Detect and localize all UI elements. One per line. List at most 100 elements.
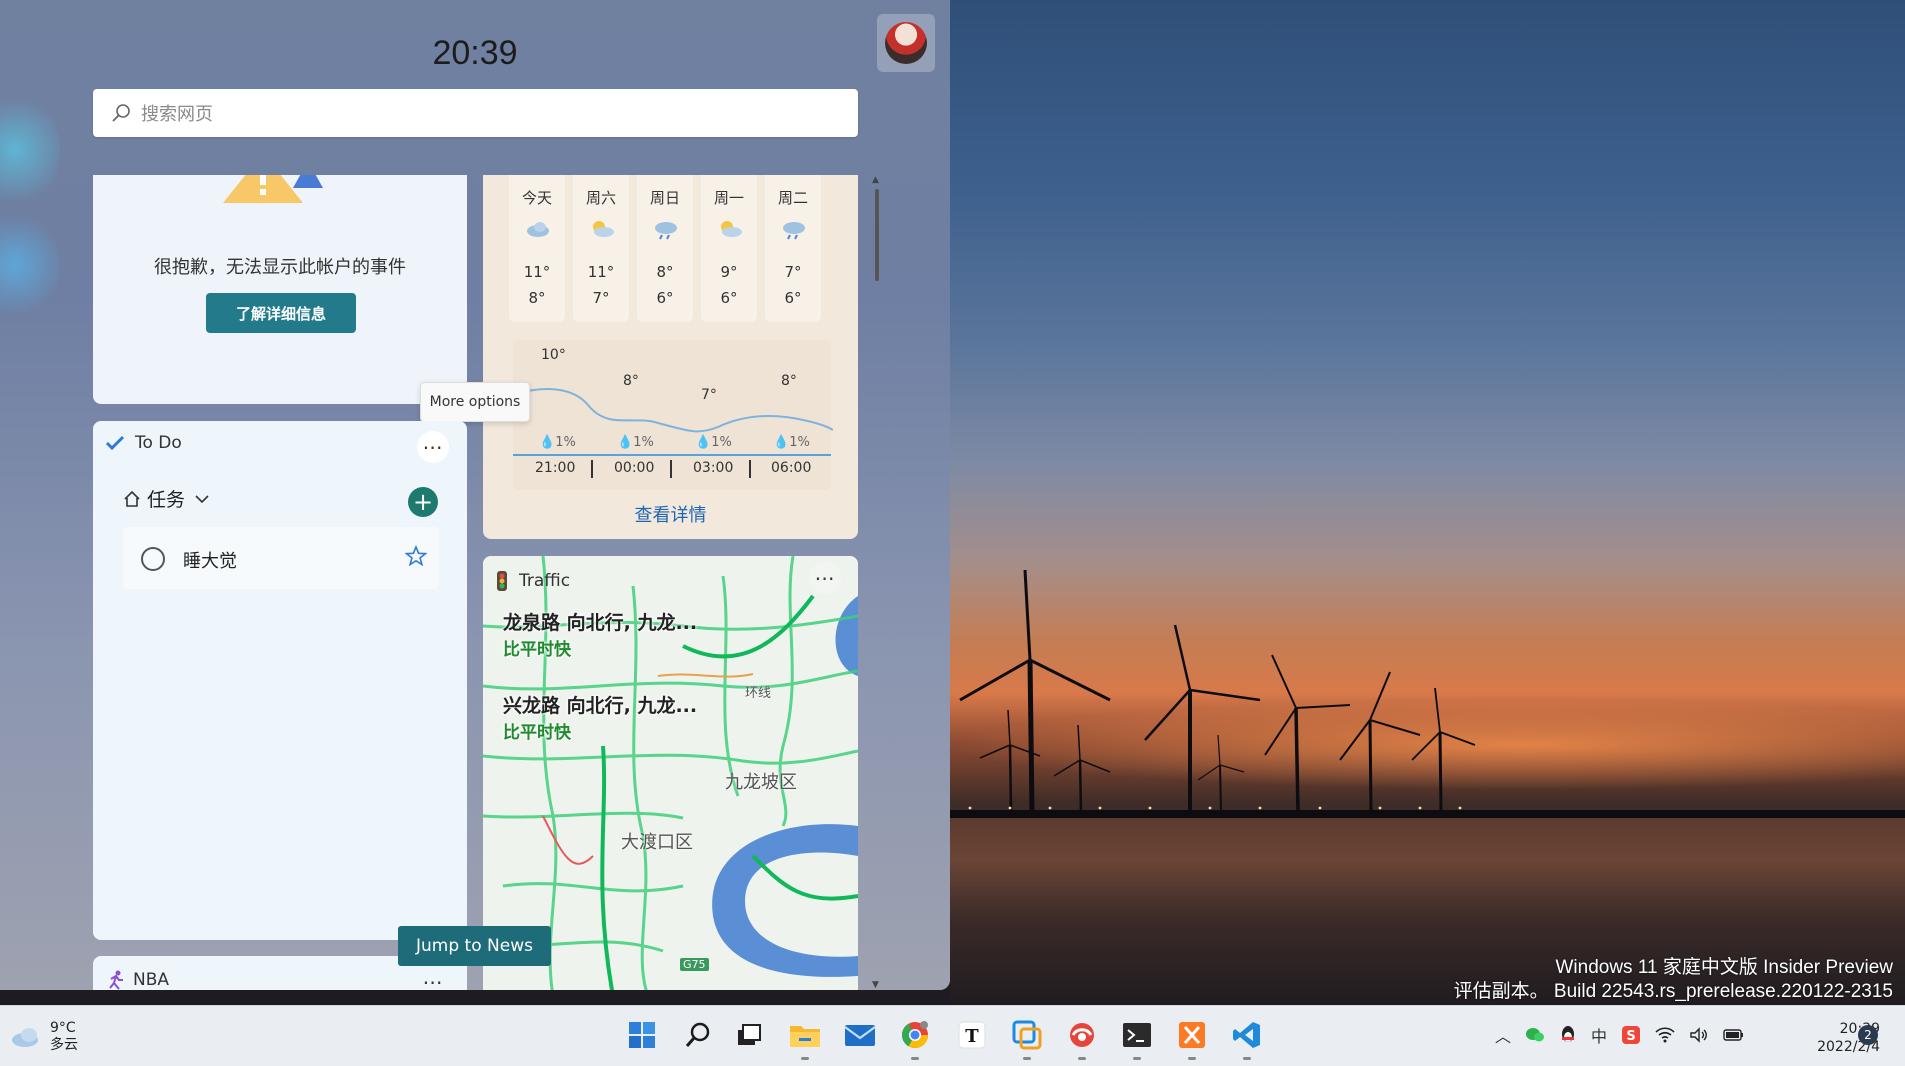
star-icon[interactable] (405, 545, 427, 567)
todo-more-options-button[interactable]: ⋯ (417, 431, 449, 463)
highway-shield-label: G75 (680, 958, 709, 971)
hourly-time: 21:00 (535, 460, 576, 476)
traffic-more-options-button[interactable]: ⋯ (809, 562, 841, 594)
terminal-icon (1123, 1023, 1151, 1047)
forecast-high: 8° (656, 263, 674, 281)
forecast-high: 11° (523, 263, 551, 281)
volume-icon[interactable] (1689, 1027, 1709, 1043)
taskbar-temperature: 9°C (50, 1020, 76, 1036)
browser-button[interactable] (1065, 1018, 1099, 1060)
hourly-time: 06:00 (771, 460, 812, 476)
forecast-day[interactable]: 今天 11° 8° (509, 175, 565, 322)
panel-scrollbar[interactable]: ▲ ▼ (872, 175, 884, 990)
system-tray: ︿ 中 S (1495, 1023, 1745, 1047)
wechat-icon[interactable] (1525, 1026, 1545, 1044)
forecast-day[interactable]: 周六 11° 7° (573, 175, 629, 322)
taskbar-weather-button[interactable]: 9°C 多云 (10, 1020, 78, 1054)
warning-icon (223, 175, 323, 203)
running-person-icon (109, 970, 123, 990)
todo-task-item[interactable]: 睡大觉 (123, 527, 439, 589)
forecast-low: 6° (784, 289, 802, 307)
search-icon (685, 1022, 710, 1047)
qq-icon[interactable] (1559, 1025, 1577, 1045)
chrome-button[interactable] (898, 1018, 932, 1060)
taskbar: 9°C 多云 T ︿ 中 S 2022/2/4 2 (0, 1005, 1905, 1066)
xampp-button[interactable] (1175, 1018, 1209, 1060)
forecast-day-name: 周二 (777, 189, 808, 207)
traffic-route-name[interactable]: 兴龙路 向北行, 九龙... (503, 691, 697, 718)
see-details-link[interactable]: 查看详情 (483, 501, 858, 527)
task-view-button[interactable] (732, 1018, 766, 1052)
hourly-temp: 8° (623, 373, 639, 389)
running-indicator (1023, 1057, 1031, 1060)
forecast-day[interactable]: 周日 8° 6° (637, 175, 693, 322)
start-button[interactable] (625, 1018, 659, 1052)
forecast-day-name: 周日 (649, 189, 680, 207)
todo-list-selector[interactable]: 任务 (123, 485, 209, 512)
file-explorer-icon (790, 1026, 820, 1047)
task-complete-checkbox[interactable] (141, 547, 165, 571)
user-avatar[interactable] (877, 14, 935, 72)
typora-button[interactable]: T (955, 1018, 989, 1052)
traffic-widget: Traffic ⋯ 龙泉路 向北行, 九龙... 比平时快 兴龙路 向北行, 九… (483, 556, 858, 990)
learn-more-button[interactable]: 了解详细信息 (206, 293, 356, 333)
xampp-icon (1179, 1022, 1205, 1048)
show-hidden-icons-chevron-icon[interactable]: ︿ (1495, 1023, 1511, 1047)
sogou-input-icon[interactable]: S (1621, 1025, 1641, 1045)
watermark-build: 评估副本。 Build 22543.rs_prerelease.220122-2… (1453, 981, 1893, 1002)
traffic-title: Traffic (519, 571, 571, 591)
app-store-button[interactable] (1010, 1018, 1044, 1060)
typora-icon: T (958, 1021, 986, 1049)
vscode-button[interactable] (1230, 1018, 1264, 1060)
add-task-button[interactable]: + (408, 487, 438, 517)
watermark-edition: Windows 11 家庭中文版 Insider Preview (1555, 957, 1893, 978)
scroll-down-arrow-icon[interactable]: ▼ (872, 980, 879, 990)
taskbar-condition: 多云 (50, 1037, 78, 1053)
app-store-icon (1012, 1020, 1042, 1050)
forecast-day[interactable]: 周二 7° 6° (765, 175, 821, 322)
taskbar-search-button[interactable] (681, 1018, 715, 1052)
todo-list-label: 任务 (147, 489, 186, 511)
file-explorer-button[interactable] (788, 1018, 822, 1060)
rain-icon (655, 222, 677, 240)
hourly-temp: 7° (701, 387, 717, 403)
todo-widget: To Do ⋯ 任务 + 睡大觉 (93, 421, 467, 940)
rain-icon (783, 222, 805, 240)
forecast-day[interactable]: 周一 9° 6° (701, 175, 757, 322)
cloudy-icon (527, 222, 549, 237)
wifi-icon[interactable] (1655, 1027, 1675, 1043)
rain-chance-value: 1% (711, 435, 732, 450)
scroll-thumb[interactable] (875, 189, 879, 281)
battery-icon[interactable] (1723, 1028, 1745, 1042)
calendar-widget: 很抱歉，无法显示此帐户的事件 了解详细信息 (93, 175, 467, 404)
running-indicator (1078, 1057, 1086, 1060)
nba-more-options-button[interactable]: ⋯ (417, 966, 449, 990)
terminal-button[interactable] (1120, 1018, 1154, 1060)
forecast-day-name: 周一 (713, 189, 744, 207)
nba-header: NBA (107, 970, 169, 990)
web-search-box[interactable]: 搜索网页 (93, 89, 858, 137)
jump-to-news-button[interactable]: Jump to News (398, 926, 551, 966)
forecast-low: 6° (656, 289, 674, 307)
todo-title: To Do (135, 433, 182, 453)
search-placeholder: 搜索网页 (141, 104, 213, 125)
scroll-up-arrow-icon[interactable]: ▲ (872, 175, 879, 185)
mail-button[interactable] (843, 1018, 877, 1052)
traffic-route-name[interactable]: 龙泉路 向北行, 九龙... (503, 608, 697, 635)
hourly-axis-line (513, 454, 831, 456)
hourly-temp: 8° (781, 373, 797, 389)
cloudy-icon (12, 1028, 38, 1047)
wind-turbines (950, 569, 1905, 830)
ime-indicator[interactable]: 中 (1591, 1023, 1607, 1047)
forecast-high: 9° (720, 263, 738, 281)
notification-count-badge[interactable]: 2 (1858, 1025, 1878, 1045)
svg-text:T: T (965, 1026, 979, 1047)
running-indicator (1188, 1057, 1196, 1060)
vscode-icon (1233, 1022, 1260, 1048)
hourly-time: 03:00 (693, 460, 734, 476)
task-title: 睡大觉 (183, 551, 237, 572)
running-indicator (801, 1057, 809, 1060)
running-indicator (911, 1057, 919, 1060)
forecast-high: 11° (587, 263, 615, 281)
rain-chance-value: 1% (633, 435, 654, 450)
